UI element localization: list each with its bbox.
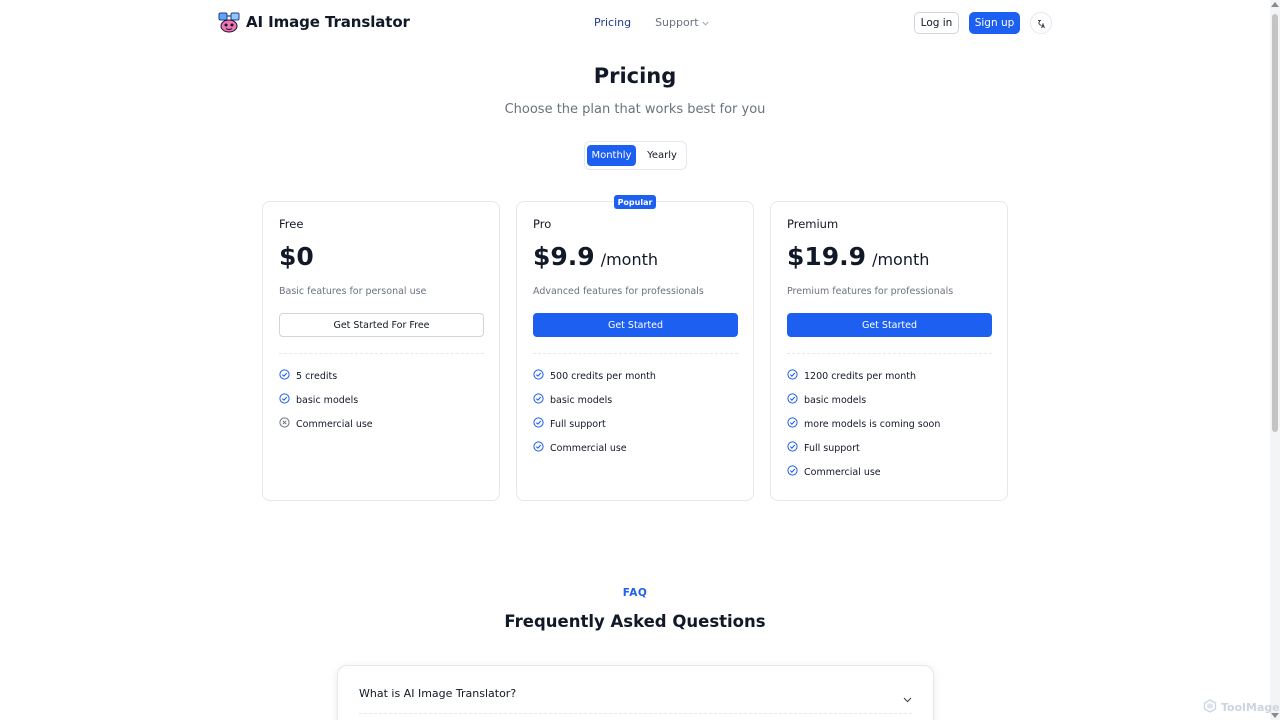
page-title: Pricing bbox=[593, 64, 677, 88]
page-subtitle: Choose the plan that works best for you bbox=[504, 102, 766, 117]
billing-period-toggle: Monthly Yearly bbox=[584, 141, 687, 170]
feature-text: Commercial use bbox=[550, 442, 627, 454]
top-navbar: AI Image Translator Pricing Support Log … bbox=[0, 0, 1270, 46]
price-period: /month bbox=[600, 250, 659, 269]
plan-price: $19.9 /month bbox=[787, 242, 929, 271]
feature-item: Full support bbox=[533, 412, 656, 436]
nav-support-label: Support bbox=[655, 16, 699, 29]
feature-text: Full support bbox=[550, 418, 606, 430]
feature-list: 1200 credits per month basic models more m… bbox=[787, 364, 940, 484]
pricing-card-premium: Premium $19.9 /month Premium features fo… bbox=[770, 201, 1008, 501]
feature-item: 5 credits bbox=[279, 364, 373, 388]
check-circle-icon bbox=[533, 393, 544, 407]
plan-description: Premium features for professionals bbox=[787, 286, 954, 297]
plan-name: Free bbox=[279, 217, 304, 231]
feature-text: basic models bbox=[804, 394, 867, 406]
divider bbox=[359, 713, 912, 714]
watermark: ToolMage bbox=[1203, 699, 1280, 716]
plan-price: $9.9 /month bbox=[533, 242, 658, 271]
plan-name: Premium bbox=[787, 217, 839, 231]
feature-item: basic models bbox=[533, 388, 656, 412]
popular-badge: Popular bbox=[614, 195, 656, 209]
feature-text: 500 credits per month bbox=[550, 370, 656, 382]
nav-pricing-link[interactable]: Pricing bbox=[594, 16, 631, 29]
feature-text: Commercial use bbox=[296, 418, 373, 430]
check-circle-icon bbox=[787, 393, 798, 407]
watermark-text: ToolMage bbox=[1221, 701, 1280, 714]
check-circle-icon bbox=[533, 369, 544, 383]
pricing-card-pro: Pro $9.9 /month Advanced features for pr… bbox=[516, 201, 754, 501]
price-amount: $9.9 bbox=[533, 242, 595, 271]
robot-mascot-icon bbox=[218, 11, 240, 33]
logo[interactable]: AI Image Translator bbox=[218, 11, 410, 33]
feature-text: basic models bbox=[550, 394, 613, 406]
check-circle-icon bbox=[787, 369, 798, 383]
feature-item: basic models bbox=[787, 388, 940, 412]
theme-toggle-icon bbox=[1036, 14, 1046, 33]
divider bbox=[787, 353, 992, 354]
signup-button[interactable]: Sign up bbox=[969, 12, 1020, 34]
check-circle-icon bbox=[279, 393, 290, 407]
feature-text: 5 credits bbox=[296, 370, 338, 382]
yearly-toggle-option[interactable]: Yearly bbox=[640, 145, 684, 166]
feature-text: more models is coming soon bbox=[804, 418, 941, 430]
divider bbox=[279, 353, 484, 354]
feature-item: Commercial use bbox=[533, 436, 656, 460]
x-circle-icon bbox=[279, 417, 290, 431]
price-period: /month bbox=[872, 250, 930, 269]
feature-list: 5 credits basic models Commercial use bbox=[279, 364, 373, 436]
get-started-pro-button[interactable]: Get Started bbox=[533, 313, 738, 337]
get-started-premium-button[interactable]: Get Started bbox=[787, 313, 992, 337]
pricing-card-free: Free $0 Basic features for personal use … bbox=[262, 201, 500, 501]
plan-price: $0 bbox=[279, 242, 320, 271]
watermark-logo-icon bbox=[1203, 699, 1217, 716]
feature-item: 500 credits per month bbox=[533, 364, 656, 388]
feature-item: Full support bbox=[787, 436, 940, 460]
price-amount: $0 bbox=[279, 242, 314, 271]
feature-text: 1200 credits per month bbox=[804, 370, 916, 382]
feature-item: basic models bbox=[279, 388, 373, 412]
plan-description: Advanced features for professionals bbox=[533, 286, 704, 297]
feature-item: more models is coming soon bbox=[787, 412, 940, 436]
page-scrollbar[interactable] bbox=[1270, 0, 1280, 720]
chevron-down-icon bbox=[702, 16, 709, 29]
faq-eyebrow: FAQ bbox=[622, 587, 648, 599]
plan-description: Basic features for personal use bbox=[279, 286, 427, 297]
feature-list: 500 credits per month basic models Full su… bbox=[533, 364, 656, 460]
faq-title: Frequently Asked Questions bbox=[504, 612, 766, 631]
get-started-free-button[interactable]: Get Started For Free bbox=[279, 313, 484, 337]
faq-accordion: What is AI Image Translator? bbox=[337, 665, 934, 720]
divider bbox=[533, 353, 738, 354]
price-amount: $19.9 bbox=[787, 242, 867, 271]
feature-item: 1200 credits per month bbox=[787, 364, 940, 388]
app-title: AI Image Translator bbox=[246, 13, 410, 31]
check-circle-icon bbox=[279, 369, 290, 383]
feature-item: Commercial use bbox=[279, 412, 373, 436]
check-circle-icon bbox=[787, 417, 798, 431]
check-circle-icon bbox=[533, 417, 544, 431]
main-nav: Pricing Support bbox=[594, 16, 709, 29]
feature-text: basic models bbox=[296, 394, 359, 406]
check-circle-icon bbox=[787, 465, 798, 479]
nav-support-dropdown[interactable]: Support bbox=[655, 16, 709, 29]
check-circle-icon bbox=[533, 441, 544, 455]
scroll-up-arrow-icon[interactable] bbox=[1271, 2, 1279, 7]
faq-question[interactable]: What is AI Image Translator? bbox=[359, 687, 516, 700]
monthly-toggle-option[interactable]: Monthly bbox=[587, 145, 636, 166]
scrollbar-thumb[interactable] bbox=[1272, 14, 1278, 432]
login-button[interactable]: Log in bbox=[914, 12, 959, 34]
theme-toggle-button[interactable] bbox=[1030, 12, 1052, 34]
check-circle-icon bbox=[787, 441, 798, 455]
feature-text: Full support bbox=[804, 442, 860, 454]
plan-name: Pro bbox=[533, 217, 552, 231]
chevron-down-icon[interactable] bbox=[903, 688, 912, 707]
feature-text: Commercial use bbox=[804, 466, 881, 478]
feature-item: Commercial use bbox=[787, 460, 940, 484]
